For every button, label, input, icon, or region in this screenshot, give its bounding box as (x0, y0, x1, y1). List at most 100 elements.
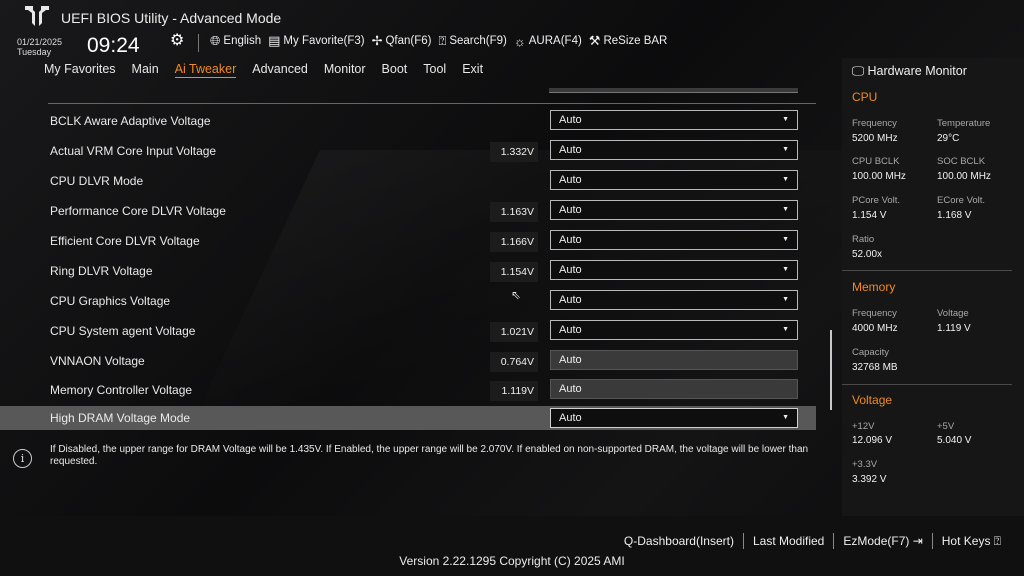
dropdown-arrow-icon: ▼ (782, 146, 789, 153)
ecore-volt-label: ECore Volt. (937, 195, 986, 206)
setting-label: BCLK Aware Adaptive Voltage (50, 114, 211, 128)
resize-bar-label: ReSize BAR (603, 35, 668, 47)
hardware-monitor-label: Hardware Monitor (867, 64, 967, 78)
cpu-temperature-value: 29°C (937, 133, 960, 144)
gear-icon[interactable]: ⚙ (170, 30, 184, 50)
qfan-button[interactable]: ✢ Qfan(F6) (372, 33, 432, 49)
soc-bclk-label: SOC BCLK (937, 156, 986, 167)
resize-bar-icon: ⚒ (588, 33, 601, 48)
setting-dropdown[interactable]: Auto ▼ (550, 230, 798, 250)
memory-voltage-value: 1.119 V (937, 323, 971, 334)
dropdown-value: Auto (559, 144, 582, 156)
tab-tool[interactable]: Tool (423, 62, 446, 78)
voltage-readout: 1.119V (490, 381, 538, 401)
v5-value: 5.040 V (937, 435, 972, 446)
tab-advanced[interactable]: Advanced (252, 62, 308, 78)
setting-row[interactable]: CPU System agent Voltage 1.021V Auto ▼ (0, 316, 816, 346)
setting-dropdown[interactable]: Auto ▼ (550, 290, 798, 310)
partial-dropdown[interactable] (549, 88, 798, 93)
v12-label: +12V (852, 421, 875, 432)
hot-keys-button[interactable]: Hot Keys ⍰ (933, 534, 1010, 549)
setting-readonly-field: Auto (550, 350, 798, 370)
scrollbar[interactable] (830, 330, 832, 410)
v12-value: 12.096 V (852, 435, 893, 446)
setting-row[interactable]: Performance Core DLVR Voltage 1.163V Aut… (0, 196, 816, 226)
tab-my-favorites[interactable]: My Favorites (44, 62, 116, 78)
divider (198, 34, 199, 52)
setting-row: Memory Controller Voltage 1.119V Auto (0, 375, 816, 405)
dropdown-value: Auto (559, 114, 582, 126)
mouse-cursor-icon: ⇖ (511, 288, 522, 302)
v33-value: 3.392 V (852, 474, 887, 485)
setting-row[interactable]: Efficient Core DLVR Voltage 1.166V Auto ▼ (0, 226, 816, 256)
ezmode-button[interactable]: EzMode(F7) ⇥ (834, 534, 931, 548)
dropdown-arrow-icon: ▼ (782, 266, 789, 273)
my-favorite-button[interactable]: ▤ My Favorite(F3) (268, 33, 364, 49)
voltage-readout: 1.021V (490, 322, 538, 342)
dropdown-arrow-icon: ▼ (782, 414, 789, 421)
aura-icon: ☼ (513, 33, 526, 49)
setting-row[interactable]: CPU Graphics Voltage Auto ▼ (0, 286, 816, 316)
divider (842, 270, 1012, 271)
tab-exit[interactable]: Exit (462, 62, 483, 78)
search-button[interactable]: ⍰ Search(F9) (439, 33, 507, 49)
setting-dropdown[interactable]: Auto ▼ (550, 140, 798, 160)
dropdown-arrow-icon: ▼ (782, 326, 789, 333)
setting-row[interactable]: Ring DLVR Voltage 1.154V Auto ▼ (0, 256, 816, 286)
voltage-readout: 0.764V (490, 352, 538, 372)
main-nav: My Favorites Main Ai Tweaker Advanced Mo… (44, 62, 483, 78)
cpu-frequency-value: 5200 MHz (852, 133, 898, 144)
setting-row[interactable]: Actual VRM Core Input Voltage 1.332V Aut… (0, 136, 816, 166)
soc-bclk-value: 100.00 MHz (937, 171, 991, 182)
memory-frequency-value: 4000 MHz (852, 323, 898, 334)
setting-label: Performance Core DLVR Voltage (50, 204, 226, 218)
cpu-temperature-label: Temperature (937, 118, 991, 129)
setting-dropdown[interactable]: Auto ▼ (550, 408, 798, 428)
q-dashboard-button[interactable]: Q-Dashboard(Insert) (615, 534, 743, 548)
help-panel: i If Disabled, the upper range for DRAM … (0, 437, 835, 515)
cpu-frequency-label: Frequency (852, 118, 897, 129)
setting-dropdown[interactable]: Auto ▼ (550, 110, 798, 130)
my-favorite-label: My Favorite(F3) (283, 35, 365, 47)
monitor-icon: 🖵︎ (852, 64, 868, 78)
voltage-readout: 1.166V (490, 232, 538, 252)
v5-label: +5V (937, 421, 955, 432)
time-display[interactable]: 09:24 (87, 34, 140, 58)
setting-label: Actual VRM Core Input Voltage (50, 144, 217, 158)
version-text: Version 2.22.1295 Copyright (C) 2025 AMI (399, 554, 625, 568)
info-icon: i (13, 449, 32, 468)
footer: Q-Dashboard(Insert) Last Modified EzMode… (0, 516, 1024, 576)
tab-monitor[interactable]: Monitor (324, 62, 366, 78)
dropdown-value: Auto (559, 174, 582, 186)
divider (842, 384, 1012, 385)
setting-dropdown[interactable]: Auto ▼ (550, 320, 798, 340)
last-modified-button[interactable]: Last Modified (744, 534, 833, 548)
ezmode-label: EzMode(F7) (843, 534, 910, 548)
pcore-volt-value: 1.154 V (852, 210, 887, 221)
aura-button[interactable]: ☼ AURA(F4) (514, 33, 582, 49)
setting-row: VNNAON Voltage 0.764V Auto (0, 346, 816, 376)
memory-capacity-label: Capacity (852, 347, 889, 358)
language-button[interactable]: 🌐︎ English (210, 33, 261, 49)
setting-dropdown[interactable]: Auto ▼ (550, 200, 798, 220)
tab-boot[interactable]: Boot (382, 62, 408, 78)
tab-main[interactable]: Main (132, 62, 159, 78)
date-text: 01/21/2025 (17, 37, 63, 47)
header: UEFI BIOS Utility - Advanced Mode 01/21/… (0, 0, 1024, 62)
search-label: Search(F9) (449, 35, 507, 47)
fan-icon: ✢ (371, 33, 383, 48)
tab-ai-tweaker[interactable]: Ai Tweaker (174, 62, 237, 78)
resize-bar-button[interactable]: ⚒ ReSize BAR (589, 33, 668, 49)
setting-label: Memory Controller Voltage (50, 383, 193, 397)
setting-row-selected[interactable]: High DRAM Voltage Mode Auto ▼ (0, 406, 816, 430)
setting-label: High DRAM Voltage Mode (50, 411, 191, 425)
setting-dropdown[interactable]: Auto ▼ (550, 170, 798, 190)
date-display: 01/21/2025 Tuesday (17, 37, 62, 57)
aura-label: AURA(F4) (528, 35, 582, 47)
setting-row[interactable]: CPU DLVR Mode Auto ▼ (0, 166, 816, 196)
setting-row[interactable]: BCLK Aware Adaptive Voltage Auto ▼ (0, 106, 816, 136)
memory-frequency-label: Frequency (852, 308, 897, 319)
setting-dropdown[interactable]: Auto ▼ (550, 260, 798, 280)
setting-readonly-field: Auto (550, 379, 798, 399)
cpu-section-title: CPU (852, 90, 878, 104)
